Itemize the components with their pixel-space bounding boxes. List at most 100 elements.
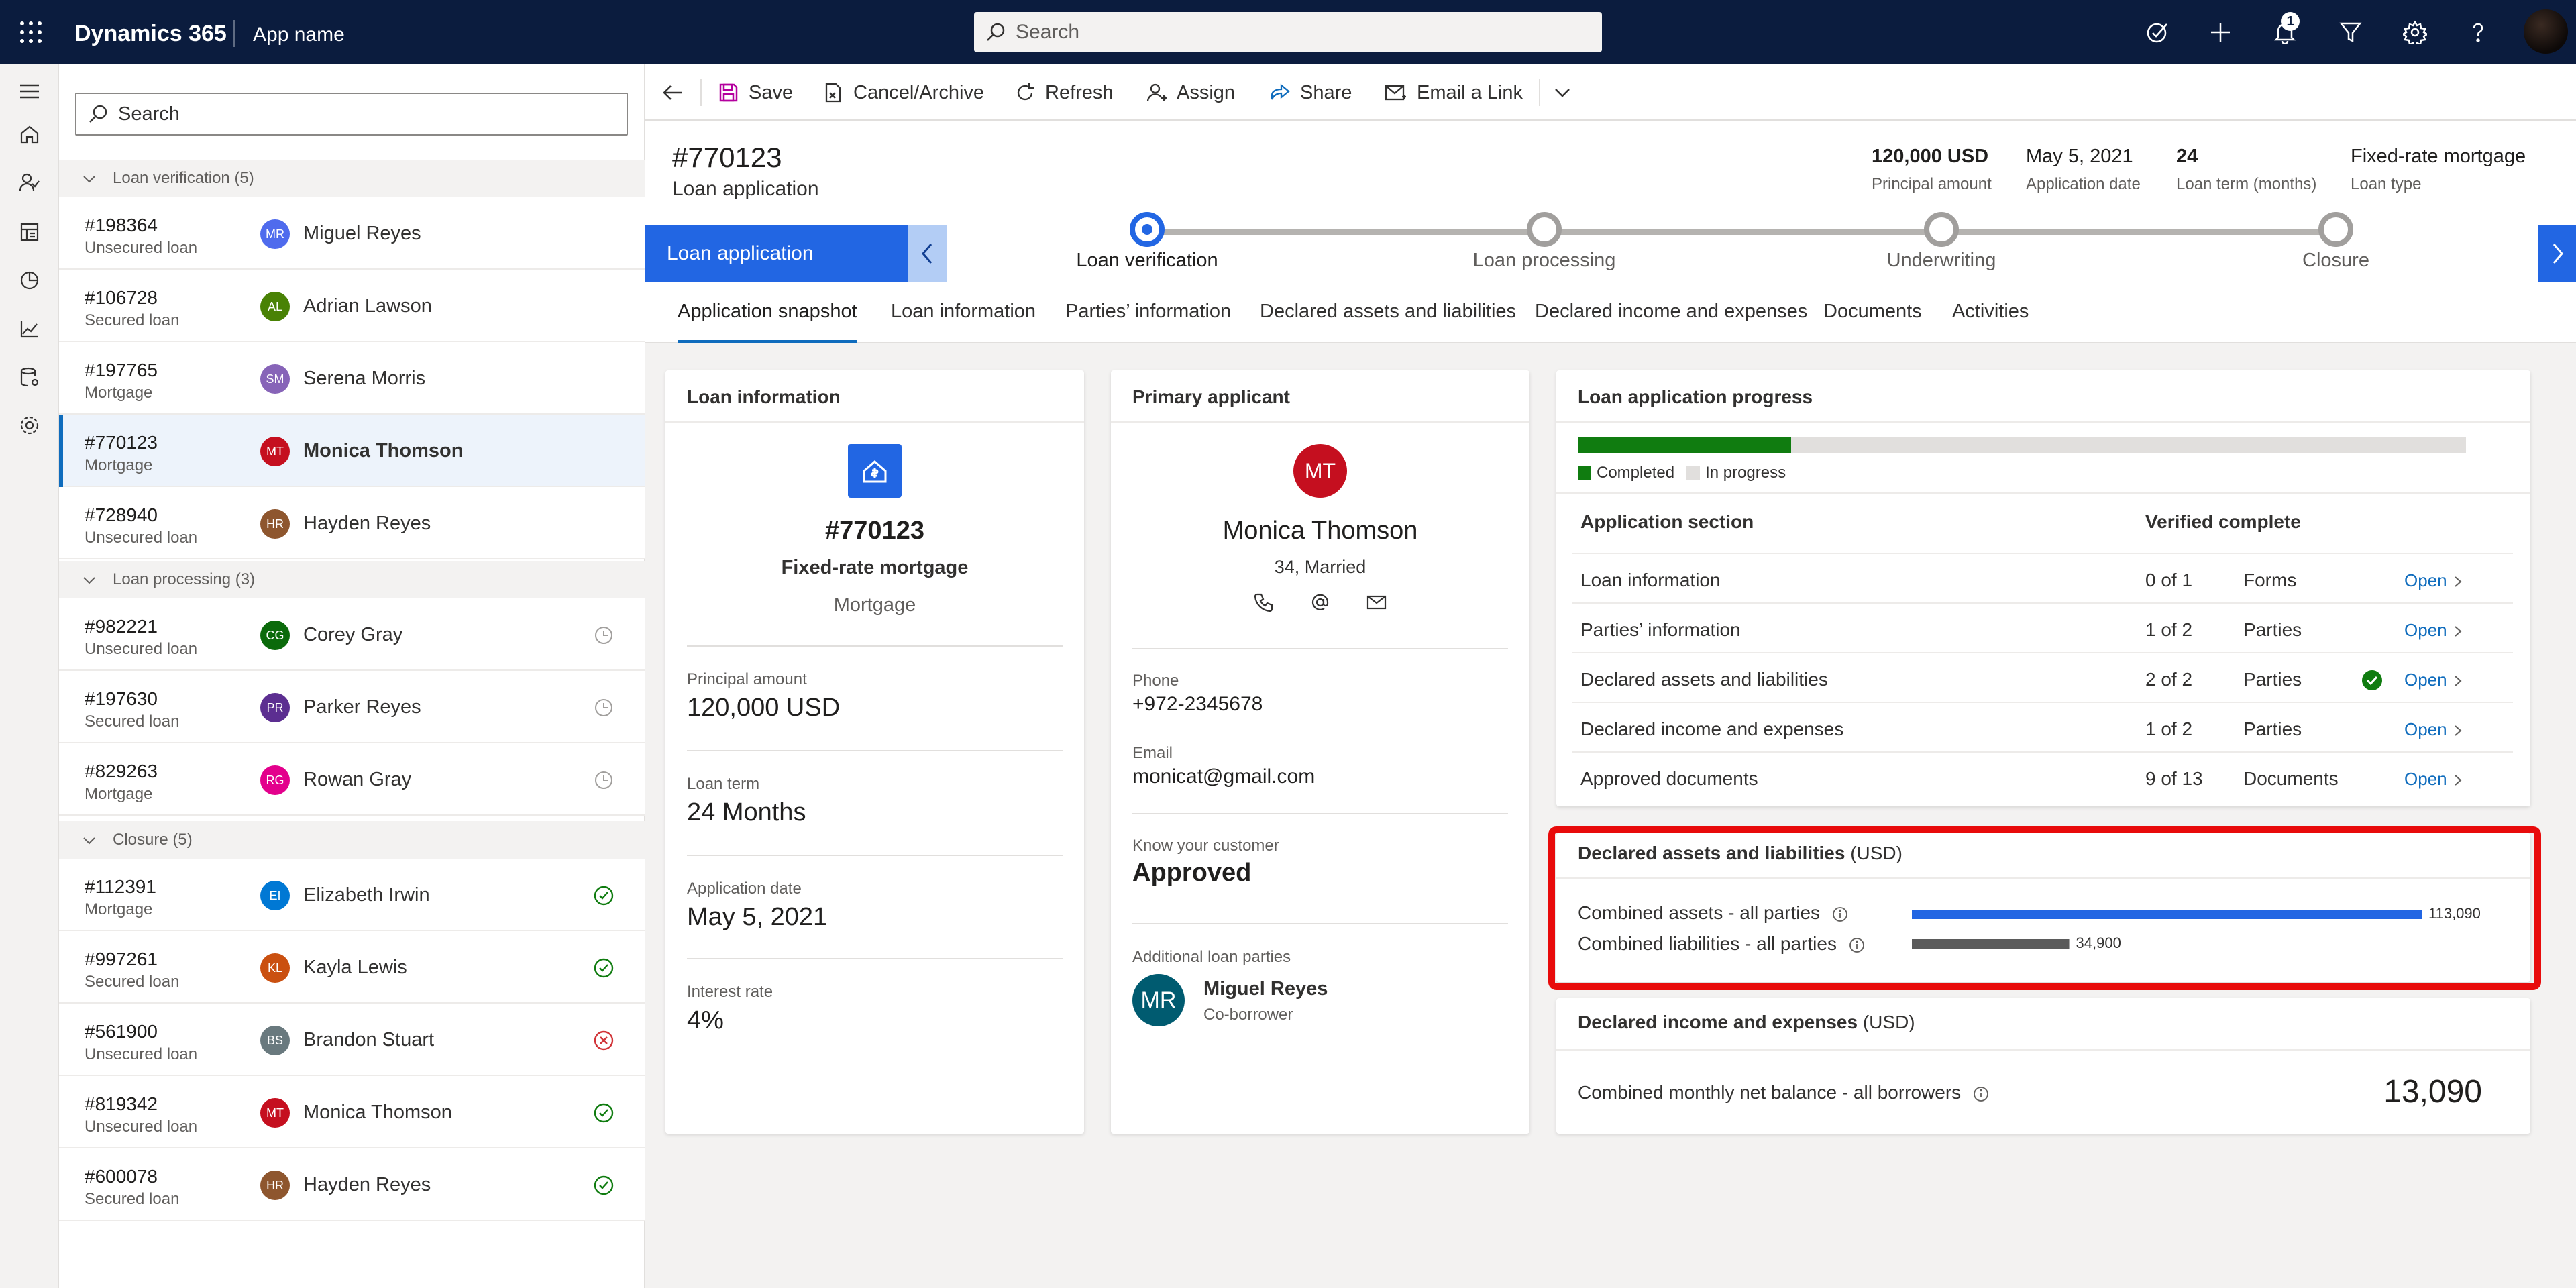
list-item[interactable]: #819342 Unsecured loan MT Monica Thomson (59, 1076, 645, 1148)
table-row: Approved documents 9 of 13 Documents Open (1572, 751, 2513, 801)
mail-icon[interactable] (1366, 592, 1387, 613)
list-item[interactable]: #561900 Unsecured loan BS Brandon Stuart (59, 1004, 645, 1076)
tab-parties-information[interactable]: Parties’ information (1065, 299, 1231, 343)
business-process-flow: Loan application Loan verification Loan … (645, 212, 2576, 282)
list-group-header[interactable]: Loan processing (3) (59, 561, 645, 598)
dashboard-icon[interactable] (16, 219, 43, 246)
back-button[interactable] (661, 75, 694, 110)
open-section-link[interactable]: Open (2404, 767, 2463, 790)
info-icon[interactable] (1973, 1086, 1989, 1102)
list-item[interactable]: #997261 Secured loan KL Kayla Lewis (59, 931, 645, 1004)
brand-name[interactable]: Dynamics 365 (74, 20, 227, 47)
tab-loan-information[interactable]: Loan information (891, 299, 1036, 343)
open-section-link[interactable]: Open (2404, 718, 2463, 741)
avatar: HR (260, 509, 290, 539)
notifications-icon[interactable]: 1 (2269, 12, 2301, 48)
bpf-stage-closure[interactable]: Closure (2215, 212, 2457, 282)
top-bar: Dynamics 365 App name Search 1 (0, 0, 2576, 64)
avatar: AL (260, 292, 290, 321)
share-button[interactable]: Share (1269, 75, 1352, 110)
list-item[interactable]: #600078 Secured loan HR Hayden Reyes (59, 1148, 645, 1221)
phone-value[interactable]: +972-2345678 (1132, 692, 1263, 716)
list-item[interactable]: #198364 Unsecured loan MR Miguel Reyes (59, 197, 645, 270)
co-borrower-role: Co-borrower (1203, 1006, 1293, 1024)
loan-type: Unsecured loan (85, 239, 198, 257)
header-field-application-date: May 5, 2021 Application date (2026, 145, 2141, 195)
new-icon[interactable] (2204, 16, 2237, 48)
email-link-button[interactable]: Email a Link (1385, 75, 1523, 110)
verified-count: 2 of 2 (2145, 669, 2193, 690)
list-item[interactable]: #106728 Secured loan AL Adrian Lawson (59, 270, 645, 342)
list-item[interactable]: #829263 Mortgage RG Rowan Gray (59, 743, 645, 816)
list-item[interactable]: #770123 Mortgage MT Monica Thomson (59, 415, 645, 487)
trend-chart-icon[interactable] (16, 315, 43, 342)
bpf-previous-button[interactable] (908, 225, 947, 282)
avatar: MT (260, 1098, 290, 1128)
tab-declared-income-expenses[interactable]: Declared income and expenses (1535, 299, 1807, 343)
help-icon[interactable] (2462, 16, 2494, 48)
open-section-link[interactable]: Open (2404, 619, 2463, 641)
tab-declared-assets-liabilities[interactable]: Declared assets and liabilities (1260, 299, 1516, 343)
avatar: PR (260, 693, 290, 722)
loan-type: Unsecured loan (85, 640, 198, 658)
cancel-archive-button[interactable]: Cancel/Archive (822, 75, 984, 110)
user-avatar[interactable] (2524, 9, 2568, 54)
loan-type: Secured loan (85, 973, 180, 991)
list-item[interactable]: #982221 Unsecured loan CG Corey Gray (59, 598, 645, 671)
refresh-label: Refresh (1045, 81, 1114, 103)
more-commands-button[interactable] (1552, 75, 1582, 110)
pie-chart-icon[interactable] (16, 267, 43, 294)
email-value[interactable]: monicat@gmail.com (1132, 765, 1315, 789)
primary-applicant-card: Primary applicant MT Monica Thomson 34, … (1111, 370, 1529, 1134)
gear-icon[interactable] (16, 412, 43, 439)
list-item[interactable]: #728940 Unsecured loan HR Hayden Reyes (59, 487, 645, 559)
save-button[interactable]: Save (718, 75, 793, 110)
co-borrower-name[interactable]: Miguel Reyes (1203, 977, 1328, 1001)
email-link-icon (1385, 82, 1417, 103)
list-search-input[interactable]: Search (75, 93, 628, 136)
table-row: Loan information 0 of 1 Forms Open (1572, 553, 2513, 602)
list-item[interactable]: #197630 Secured loan PR Parker Reyes (59, 671, 645, 743)
bpf-process-name[interactable]: Loan application (645, 225, 908, 282)
open-section-link[interactable]: Open (2404, 569, 2463, 592)
filter-icon[interactable] (2334, 16, 2367, 48)
bpf-stage-underwriting[interactable]: Underwriting (1821, 212, 2062, 282)
list-item[interactable]: #197765 Mortgage SM Serena Morris (59, 342, 645, 415)
declared-income-card: Declared income and expenses (USD) Combi… (1556, 998, 2530, 1134)
bpf-stage-loan-verification[interactable]: Loan verification (1026, 212, 1268, 282)
chevron-right-icon (2453, 724, 2463, 737)
bpf-stage-loan-processing[interactable]: Loan processing (1424, 212, 1665, 282)
home-icon[interactable] (16, 121, 43, 148)
people-icon[interactable] (16, 169, 43, 196)
hamburger-menu-icon[interactable] (16, 78, 43, 105)
database-settings-icon[interactable] (16, 364, 43, 390)
list-item[interactable]: #112391 Mortgage EI Elizabeth Irwin (59, 859, 645, 931)
assign-button[interactable]: Assign (1146, 75, 1235, 110)
refresh-button[interactable]: Refresh (1014, 75, 1114, 110)
at-sign-icon[interactable] (1309, 592, 1331, 613)
list-group-header[interactable]: Loan verification (5) (59, 160, 645, 197)
cancel-archive-label: Cancel/Archive (853, 81, 985, 103)
open-section-link[interactable]: Open (2404, 668, 2463, 691)
tab-application-snapshot[interactable]: Application snapshot (678, 299, 857, 343)
list-group-header[interactable]: Closure (5) (59, 821, 645, 859)
avatar: RG (260, 765, 290, 795)
open-link-label: Open (2404, 769, 2447, 789)
tab-activities[interactable]: Activities (1952, 299, 2029, 343)
global-search-input[interactable]: Search (974, 12, 1602, 52)
phone-label: Phone (1132, 672, 1179, 690)
applicant-name: Hayden Reyes (303, 1174, 431, 1195)
settings-gear-icon[interactable] (2399, 16, 2431, 48)
app-name[interactable]: App name (253, 23, 345, 47)
tab-documents[interactable]: Documents (1823, 299, 1922, 343)
bpf-next-button[interactable] (2538, 225, 2576, 282)
loan-id: #770123 (85, 432, 158, 453)
phone-icon[interactable] (1253, 592, 1275, 613)
avatar: KL (260, 953, 290, 983)
loan-category: Mortgage (833, 594, 916, 616)
bpf-stage-dot (1130, 212, 1165, 247)
avatar: CG (260, 621, 290, 650)
task-flow-icon[interactable] (2141, 16, 2174, 48)
group-label: Loan processing (3) (113, 570, 256, 588)
app-launcher-icon[interactable] (19, 20, 43, 44)
